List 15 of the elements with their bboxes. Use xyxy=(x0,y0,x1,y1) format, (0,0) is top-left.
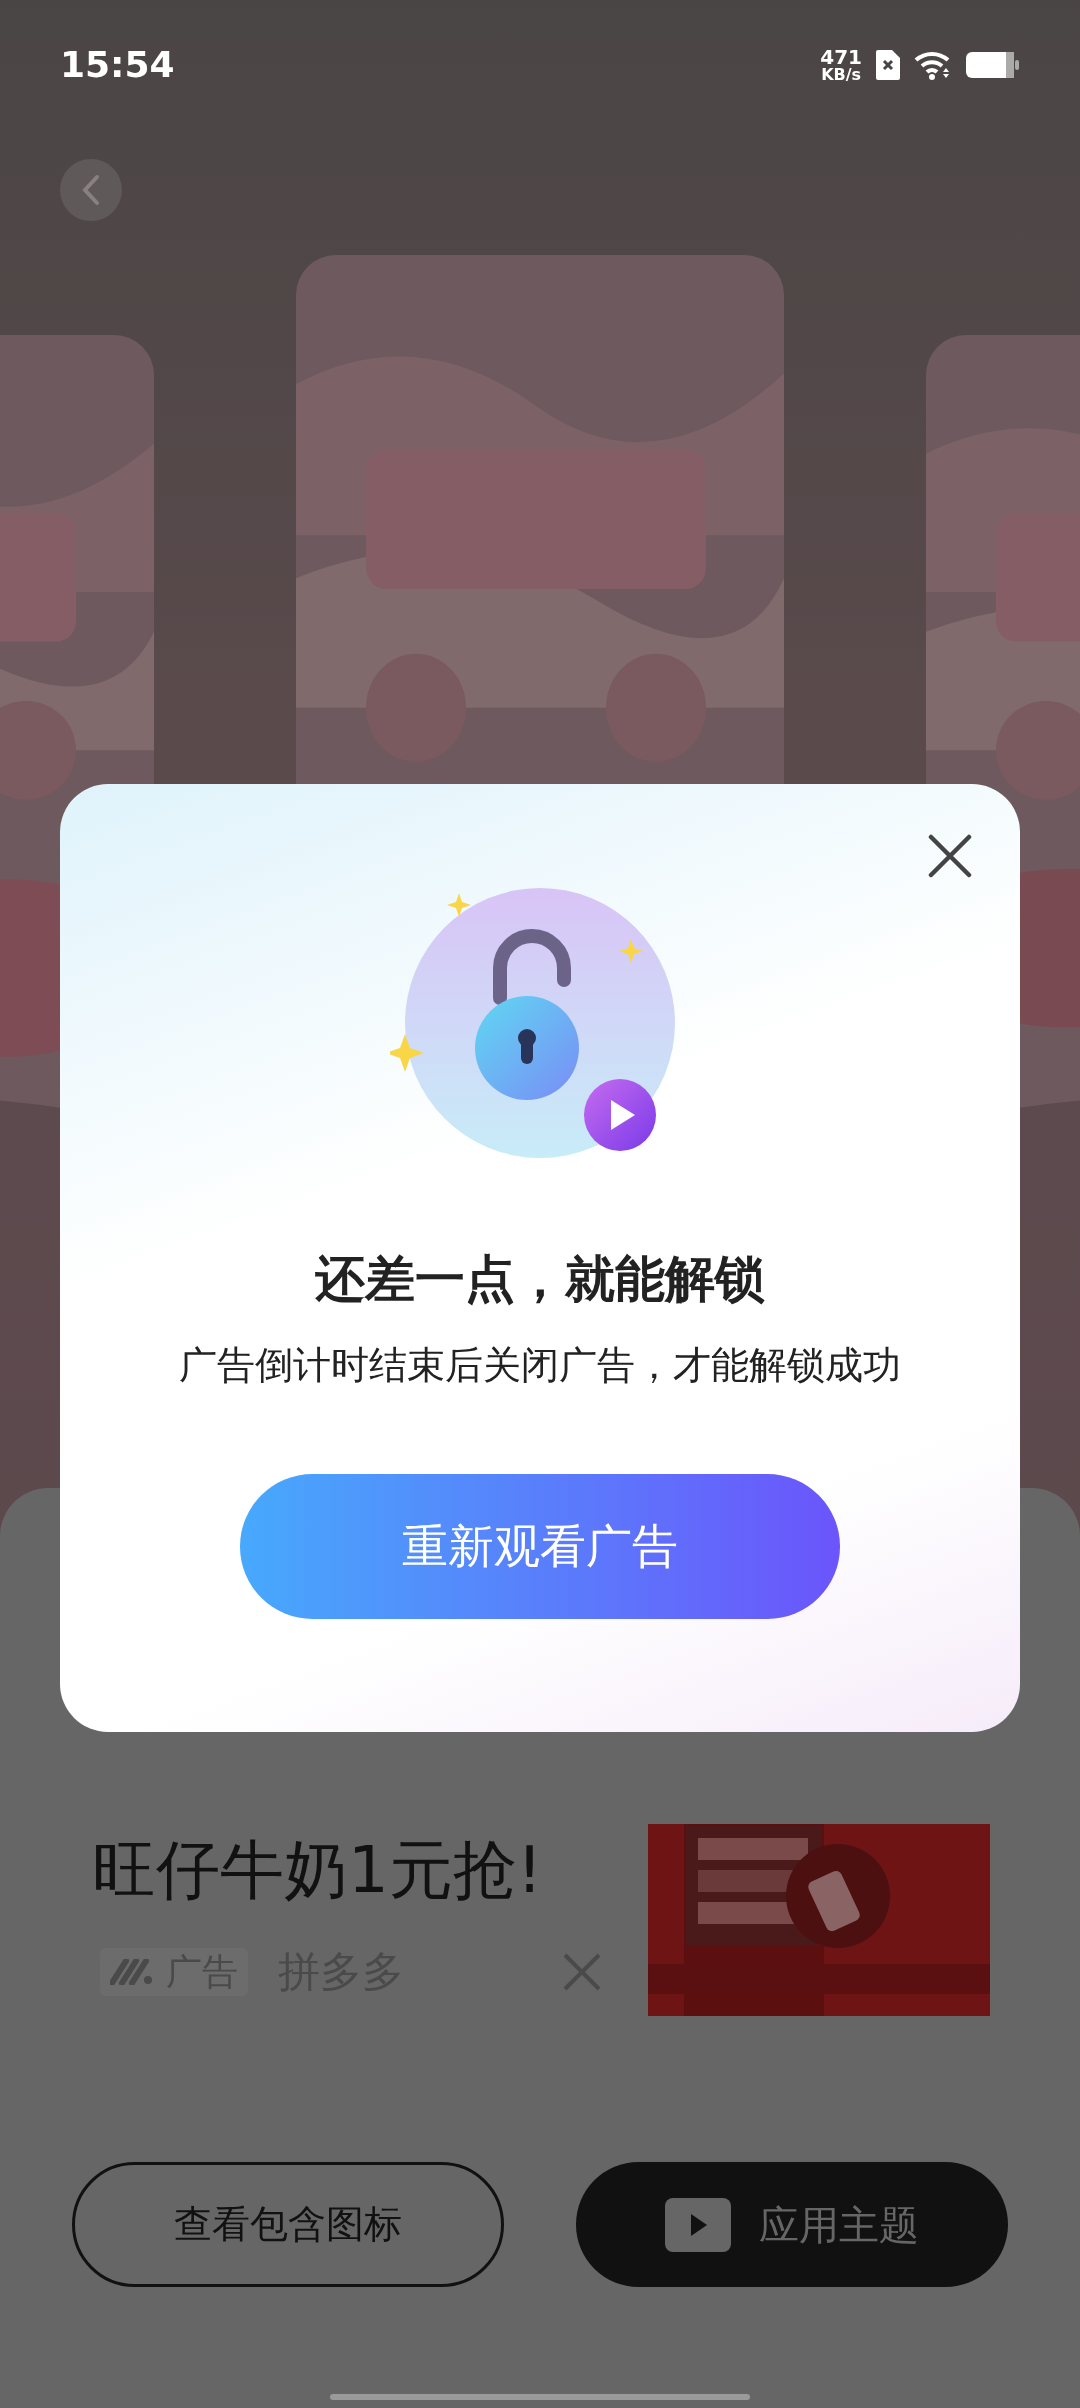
network-speed: 471 KB/s xyxy=(820,46,862,83)
play-icon xyxy=(665,2197,731,2252)
dialog-message: 广告倒计时结束后关闭广告，才能解锁成功 xyxy=(179,1346,901,1384)
sim-card-icon xyxy=(876,49,900,80)
battery-icon xyxy=(966,50,1020,79)
ad-title[interactable]: 旺仔牛奶1元抢! xyxy=(92,1830,604,1910)
wifi-icon xyxy=(914,49,952,80)
close-icon xyxy=(928,834,972,878)
rewatch-ad-button[interactable]: 重新观看广告 xyxy=(240,1474,840,1619)
back-icon xyxy=(81,174,101,206)
view-icons-button[interactable]: 查看包含图标 xyxy=(72,2162,504,2287)
status-time: 15:54 xyxy=(60,42,175,87)
dialog-title: 还差一点，就能解锁 xyxy=(315,1254,765,1304)
apply-theme-button[interactable]: 应用主题 xyxy=(576,2162,1008,2287)
close-icon xyxy=(562,1951,602,1992)
